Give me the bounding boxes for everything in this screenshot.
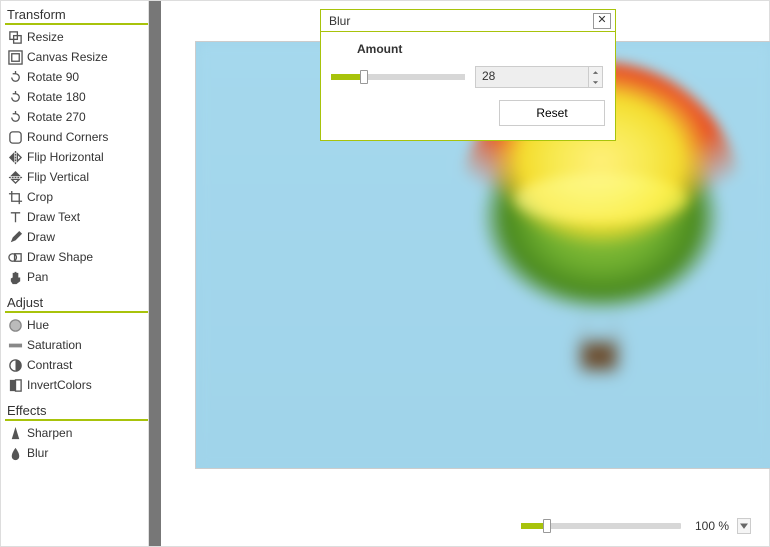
sidebar-item-saturation[interactable]: Saturation [5,335,148,355]
sidebar-item-flip-vertical[interactable]: Flip Vertical [5,167,148,187]
sidebar-item-contrast[interactable]: Contrast [5,355,148,375]
zoom-slider[interactable] [521,523,681,529]
close-icon: ✕ [597,15,606,26]
sidebar-item-label: Sharpen [27,426,72,440]
draw-shape-icon [7,249,23,265]
amount-spinner[interactable]: 28 [475,66,603,88]
sidebar-item-label: Draw Text [27,210,80,224]
round-corners-icon [7,129,23,145]
amount-label: Amount [357,42,605,56]
sidebar-item-flip-horizontal[interactable]: Flip Horizontal [5,147,148,167]
sidebar-item-hue[interactable]: Hue [5,315,148,335]
sidebar-item-label: Pan [27,270,48,284]
section-header-adjust: Adjust [5,291,148,313]
amount-slider-fill [331,74,360,80]
sidebar-item-resize[interactable]: Resize [5,27,148,47]
rotate-icon [7,69,23,85]
sidebar: Transform Resize Canvas Resize Rotate 90… [1,1,149,546]
amount-slider-thumb[interactable] [360,70,368,84]
sidebar-item-draw-shape[interactable]: Draw Shape [5,247,148,267]
sidebar-item-label: Rotate 180 [27,90,86,104]
sidebar-item-label: Resize [27,30,64,44]
rotate-icon [7,89,23,105]
chevron-up-icon [592,70,599,75]
crop-icon [7,189,23,205]
sidebar-item-label: Blur [27,446,48,460]
sidebar-item-label: Hue [27,318,49,332]
draw-text-icon [7,209,23,225]
contrast-icon [7,357,23,373]
sidebar-item-label: Round Corners [27,130,108,144]
zoom-dropdown[interactable] [737,518,751,534]
amount-step-down[interactable] [589,77,602,87]
zoom-slider-thumb[interactable] [543,519,551,533]
sidebar-item-sharpen[interactable]: Sharpen [5,423,148,443]
zoom-label: 100 % [689,519,729,533]
main-area: 100 % Blur ✕ Amount 2 [161,1,769,546]
sidebar-item-label: InvertColors [27,378,92,392]
sidebar-item-draw-text[interactable]: Draw Text [5,207,148,227]
draw-icon [7,229,23,245]
dialog-close-button[interactable]: ✕ [593,13,611,29]
pan-icon [7,269,23,285]
sidebar-item-canvas-resize[interactable]: Canvas Resize [5,47,148,67]
chevron-down-icon [592,80,599,85]
blur-icon [7,445,23,461]
sidebar-item-round-corners[interactable]: Round Corners [5,127,148,147]
saturation-icon [7,337,23,353]
sidebar-item-crop[interactable]: Crop [5,187,148,207]
sidebar-item-label: Canvas Resize [27,50,108,64]
dialog-title: Blur [329,14,350,28]
sidebar-item-label: Saturation [27,338,82,352]
sidebar-item-rotate-90[interactable]: Rotate 90 [5,67,148,87]
chevron-down-icon [740,522,748,530]
sidebar-item-rotate-180[interactable]: Rotate 180 [5,87,148,107]
reset-button[interactable]: Reset [499,100,605,126]
sidebar-item-label: Draw [27,230,55,244]
rotate-icon [7,109,23,125]
blur-dialog: Blur ✕ Amount 28 [320,9,616,141]
amount-step-up[interactable] [589,67,602,77]
dialog-titlebar[interactable]: Blur ✕ [321,10,615,32]
canvas-resize-icon [7,49,23,65]
sidebar-item-label: Rotate 270 [27,110,86,124]
sidebar-item-draw[interactable]: Draw [5,227,148,247]
section-header-transform: Transform [5,3,148,25]
sidebar-item-blur[interactable]: Blur [5,443,148,463]
sidebar-item-label: Rotate 90 [27,70,79,84]
sidebar-item-rotate-270[interactable]: Rotate 270 [5,107,148,127]
resize-icon [7,29,23,45]
amount-slider[interactable] [331,74,465,80]
section-header-effects: Effects [5,399,148,421]
hue-icon [7,317,23,333]
flip-horizontal-icon [7,149,23,165]
sidebar-item-invert[interactable]: InvertColors [5,375,148,395]
flip-vertical-icon [7,169,23,185]
zoom-control: 100 % [521,518,751,534]
invert-icon [7,377,23,393]
sharpen-icon [7,425,23,441]
amount-value[interactable]: 28 [476,67,588,87]
sidebar-item-pan[interactable]: Pan [5,267,148,287]
sidebar-item-label: Flip Vertical [27,170,89,184]
sidebar-item-label: Flip Horizontal [27,150,104,164]
sidebar-item-label: Draw Shape [27,250,93,264]
zoom-slider-fill [521,523,543,529]
sidebar-scrollbar[interactable] [149,1,161,546]
sidebar-item-label: Contrast [27,358,72,372]
sidebar-item-label: Crop [27,190,53,204]
